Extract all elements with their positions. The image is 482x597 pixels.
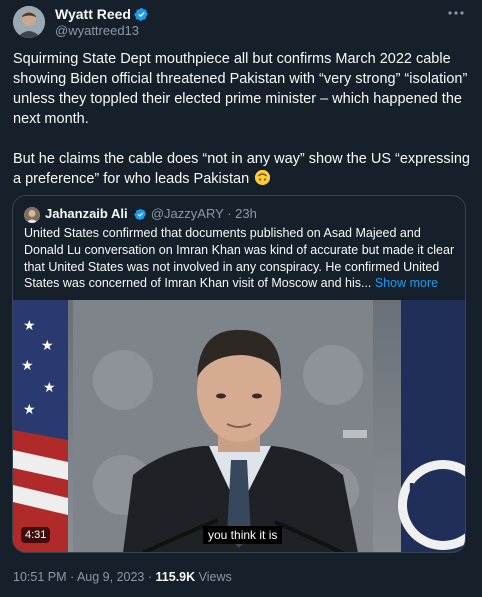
quoted-avatar[interactable]	[24, 207, 40, 223]
tweet: Wyatt Reed @wyattreed13 Squirming State …	[0, 0, 482, 597]
video-player[interactable]: ★ ★ ★ ★ ★ UNITE	[13, 300, 465, 552]
svg-text:★: ★	[23, 318, 36, 334]
tweet-paragraph-2: But he claims the cable does “not in any…	[13, 151, 470, 187]
tweet-date[interactable]: Aug 9, 2023	[77, 570, 144, 584]
seal-text: UNITE	[408, 479, 465, 503]
tweet-meta: 10:51 PM · Aug 9, 2023 · 115.9K Views	[13, 570, 232, 584]
views-count: 115.9K	[155, 570, 196, 584]
quoted-header: Jahanzaib Ali @JazzyARY · 23h	[45, 206, 257, 225]
quoted-age[interactable]: 23h	[235, 206, 257, 221]
video-caption: you think it is	[203, 526, 283, 544]
avatar[interactable]	[13, 6, 45, 38]
tweet-paragraph-1: Squirming State Dept mouthpiece all but …	[13, 51, 468, 127]
views-label: Views	[198, 570, 232, 584]
tweet-text: Squirming State Dept mouthpiece all but …	[13, 49, 471, 189]
show-more-link[interactable]: Show more	[375, 276, 438, 290]
meta-separator-1: ·	[70, 570, 75, 584]
video-frame: ★ ★ ★ ★ ★ UNITE	[13, 300, 465, 552]
author-handle[interactable]: @wyattreed13	[55, 23, 139, 38]
quoted-separator: ·	[227, 206, 232, 221]
svg-text:★: ★	[21, 358, 34, 374]
video-duration: 4:31	[21, 527, 51, 543]
svg-text:★: ★	[23, 402, 36, 418]
quoted-tweet[interactable]: Jahanzaib Ali @JazzyARY · 23h United Sta…	[12, 195, 466, 553]
meta-separator-2: ·	[147, 570, 153, 584]
more-options-icon[interactable]	[446, 4, 466, 20]
upside-down-face-emoji-icon	[255, 170, 271, 185]
tweet-time[interactable]: 10:51 PM	[13, 570, 67, 584]
quoted-author-handle[interactable]: @JazzyARY	[151, 206, 224, 221]
quoted-author-name[interactable]: Jahanzaib Ali	[45, 206, 128, 221]
svg-text:★: ★	[43, 380, 56, 396]
tweet-paragraph-2-row: But he claims the cable does “not in any…	[13, 149, 471, 189]
author-name[interactable]: Wyatt Reed	[55, 6, 131, 22]
quoted-verified-badge-icon	[134, 208, 147, 225]
svg-text:★: ★	[41, 338, 54, 354]
quoted-text-block: United States confirmed that documents p…	[24, 225, 456, 292]
